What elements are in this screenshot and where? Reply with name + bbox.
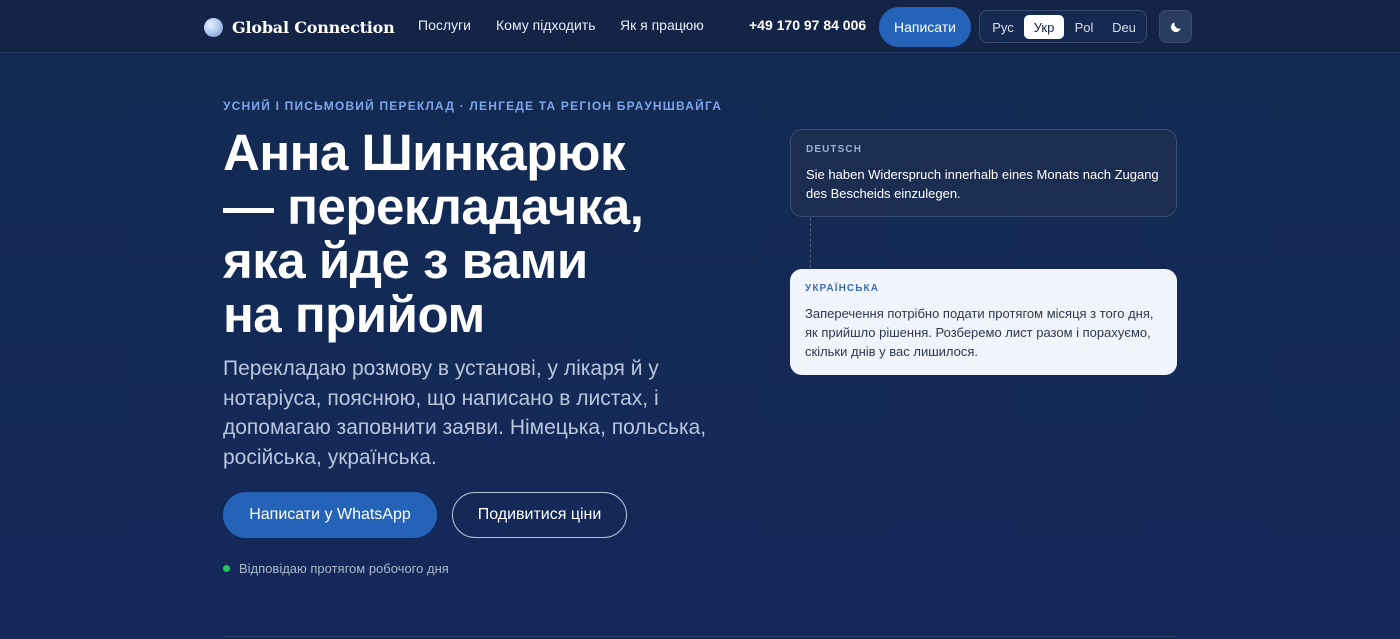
card-connector	[810, 218, 811, 268]
hero-title-line: на прийом	[223, 286, 485, 343]
site-header: Global Connection Послуги Кому підходить…	[0, 0, 1400, 53]
hero-title-line: — перекладачка,	[223, 178, 644, 235]
section-divider	[223, 636, 1177, 637]
lang-option-uk[interactable]: Укр	[1024, 15, 1064, 39]
write-button[interactable]: Написати	[879, 7, 971, 47]
nav-link-how-i-work[interactable]: Як я працюю	[620, 17, 704, 33]
brand-logo[interactable]: Global Connection	[204, 16, 395, 38]
response-status-text: Відповідаю протягом робочого дня	[239, 561, 449, 576]
online-dot-icon	[223, 565, 230, 572]
card-language-label: DEUTSCH	[806, 144, 863, 155]
phone-link[interactable]: +49 170 97 84 006	[749, 17, 866, 33]
lang-option-pl[interactable]: Pol	[1067, 15, 1101, 39]
hero-eyebrow: УСНИЙ І ПИСЬМОВИЙ ПЕРЕКЛАД · ЛЕНГЕДЕ ТА …	[223, 99, 723, 113]
language-switcher: Рус Укр Pol Deu	[979, 10, 1147, 43]
lang-option-de[interactable]: Deu	[1105, 15, 1143, 39]
nav-link-services[interactable]: Послуги	[418, 17, 471, 33]
view-prices-button[interactable]: Подивитися ціни	[452, 492, 627, 538]
page: Global Connection Послуги Кому підходить…	[0, 0, 1400, 639]
card-text: Заперечення потрібно подати протягом міс…	[805, 306, 1154, 359]
card-text: Sie haben Widerspruch innerhalb eines Mo…	[806, 167, 1159, 201]
theme-toggle-button[interactable]	[1159, 10, 1192, 43]
response-status: Відповідаю протягом робочого дня	[223, 561, 449, 576]
card-language-label: УКРАЇНСЬКА	[805, 283, 880, 294]
hero-title-line: яка йде з вами	[223, 232, 588, 289]
brand-name: Global Connection	[232, 17, 395, 37]
lang-option-ru[interactable]: Рус	[985, 15, 1021, 39]
hero-title: Анна Шинкарюк — перекладачка, яка йде з …	[223, 126, 743, 342]
nav-link-audience[interactable]: Кому підходить	[496, 17, 596, 33]
ukrainian-text-card: УКРАЇНСЬКА Заперечення потрібно подати п…	[790, 269, 1177, 375]
german-text-card: DEUTSCH Sie haben Widerspruch innerhalb …	[790, 129, 1177, 217]
globe-icon	[204, 17, 223, 37]
whatsapp-button[interactable]: Написати у WhatsApp	[223, 492, 437, 538]
moon-icon	[1170, 21, 1181, 32]
hero-title-line: Анна Шинкарюк	[223, 124, 626, 181]
hero-subtitle: Перекладаю розмову в установі, у лікаря …	[223, 357, 707, 469]
